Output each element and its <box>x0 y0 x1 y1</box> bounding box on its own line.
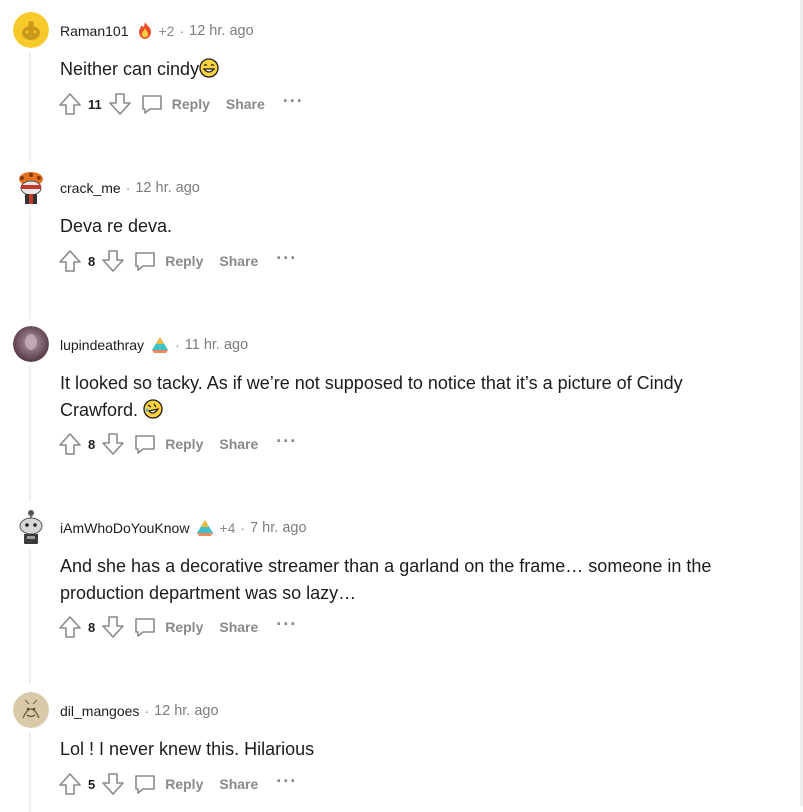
share-button[interactable]: Share <box>219 436 258 452</box>
username[interactable]: iAmWhoDoYouKnow <box>60 520 189 536</box>
pyramid-award-icon <box>195 518 215 538</box>
share-button[interactable]: Share <box>219 619 258 635</box>
reply-button[interactable]: Reply <box>140 92 210 116</box>
username[interactable]: crack_me <box>60 180 121 196</box>
username[interactable]: lupindeathray <box>60 337 144 353</box>
thread-line[interactable] <box>29 732 31 812</box>
avatar[interactable] <box>13 169 49 205</box>
vote-count: 11 <box>88 96 102 112</box>
comment-header: iAmWhoDoYouKnow +4 · 7 hr. ago <box>60 518 307 538</box>
reply-label: Reply <box>165 776 204 792</box>
comment-body: Deva re deva. <box>60 213 760 240</box>
upvote-icon[interactable] <box>58 615 82 639</box>
comment-bubble-icon <box>135 252 156 271</box>
share-button[interactable]: Share <box>219 253 258 269</box>
thread-line[interactable] <box>29 209 31 319</box>
comment-body: It looked so tacky. As if we’re not supp… <box>60 370 740 424</box>
separator-dot: · <box>179 23 185 39</box>
avatar[interactable] <box>13 692 49 728</box>
more-options-button[interactable]: ··· <box>276 432 297 452</box>
comment-bubble-icon <box>141 95 162 114</box>
downvote-icon[interactable] <box>108 92 132 116</box>
avatar[interactable] <box>13 326 49 362</box>
reply-label: Reply <box>165 436 204 452</box>
more-options-button[interactable]: ··· <box>283 92 304 112</box>
grinning-face-icon <box>199 58 219 78</box>
upvote-icon[interactable] <box>58 249 82 273</box>
comment-header: dil_mangoes · 12 hr. ago <box>60 701 219 721</box>
downvote-icon[interactable] <box>101 432 125 456</box>
timestamp[interactable]: 7 hr. ago <box>250 520 306 536</box>
comment-bubble-icon <box>135 618 156 637</box>
reply-button[interactable]: Reply <box>133 432 203 456</box>
thread-line[interactable] <box>29 549 31 684</box>
reply-button[interactable]: Reply <box>133 249 203 273</box>
separator-dot: · <box>175 337 180 353</box>
avatar[interactable] <box>13 12 49 48</box>
reply-button[interactable]: Reply <box>133 615 203 639</box>
comment-text: Lol ! I never knew this. Hilarious <box>60 739 315 759</box>
thread-line[interactable] <box>29 52 31 162</box>
comment-header: Raman101 +2 · 12 hr. ago <box>60 21 254 41</box>
reply-button[interactable]: Reply <box>133 772 203 796</box>
reply-label: Reply <box>171 96 210 112</box>
comment-actions: 8 Reply Share ··· <box>58 430 297 458</box>
comment-actions: 11 Reply Share ··· <box>58 90 304 118</box>
vote-count: 8 <box>88 619 96 635</box>
fire-award-icon <box>135 21 155 41</box>
avatar[interactable] <box>13 509 49 545</box>
separator-dot: · <box>144 703 150 719</box>
reply-label: Reply <box>165 619 204 635</box>
downvote-icon[interactable] <box>101 772 125 796</box>
rolling-laughing-icon <box>143 399 163 419</box>
timestamp[interactable]: 12 hr. ago <box>189 23 254 39</box>
downvote-icon[interactable] <box>101 615 125 639</box>
username[interactable]: dil_mangoes <box>60 703 139 719</box>
timestamp[interactable]: 12 hr. ago <box>135 180 200 196</box>
comment-bubble-icon <box>135 435 156 454</box>
upvote-icon[interactable] <box>58 92 82 116</box>
vote-count: 5 <box>88 776 96 792</box>
username[interactable]: Raman101 <box>60 23 129 39</box>
reply-label: Reply <box>165 253 204 269</box>
comment-bubble-icon <box>135 775 156 794</box>
comment-thread: Raman101 +2 · 12 hr. ago Neither can cin… <box>0 0 800 812</box>
downvote-icon[interactable] <box>101 249 125 273</box>
more-options-button[interactable]: ··· <box>276 249 297 269</box>
separator-dot: · <box>240 520 246 536</box>
comment-body: Lol ! I never knew this. Hilarious <box>60 736 760 763</box>
timestamp[interactable]: 11 hr. ago <box>185 337 248 353</box>
more-options-button[interactable]: ··· <box>276 772 297 792</box>
award-count[interactable]: +4 <box>219 520 235 536</box>
comment-header: crack_me · 12 hr. ago <box>60 178 200 198</box>
share-button[interactable]: Share <box>226 96 265 112</box>
comment-actions: 8 Reply Share ··· <box>58 247 297 275</box>
comment-text: Neither can cindy <box>60 59 200 79</box>
thread-line[interactable] <box>29 366 31 501</box>
award-count[interactable]: +2 <box>159 23 175 39</box>
comment-text: Deva re deva. <box>60 216 173 236</box>
share-button[interactable]: Share <box>219 776 258 792</box>
timestamp[interactable]: 12 hr. ago <box>154 703 219 719</box>
upvote-icon[interactable] <box>58 432 82 456</box>
separator-dot: · <box>125 180 131 196</box>
comment-actions: 8 Reply Share ··· <box>58 613 297 641</box>
vote-count: 8 <box>88 253 96 269</box>
pyramid-award-icon <box>150 335 170 355</box>
comment-body: And she has a decorative streamer than a… <box>60 553 750 607</box>
vote-count: 8 <box>88 436 96 452</box>
comment-header: lupindeathray · 11 hr. ago <box>60 335 248 355</box>
comment-actions: 5 Reply Share ··· <box>58 770 297 798</box>
comment-text: And she has a decorative streamer than a… <box>60 556 712 603</box>
upvote-icon[interactable] <box>58 772 82 796</box>
more-options-button[interactable]: ··· <box>276 615 297 635</box>
comment-body: Neither can cindy <box>60 56 760 83</box>
